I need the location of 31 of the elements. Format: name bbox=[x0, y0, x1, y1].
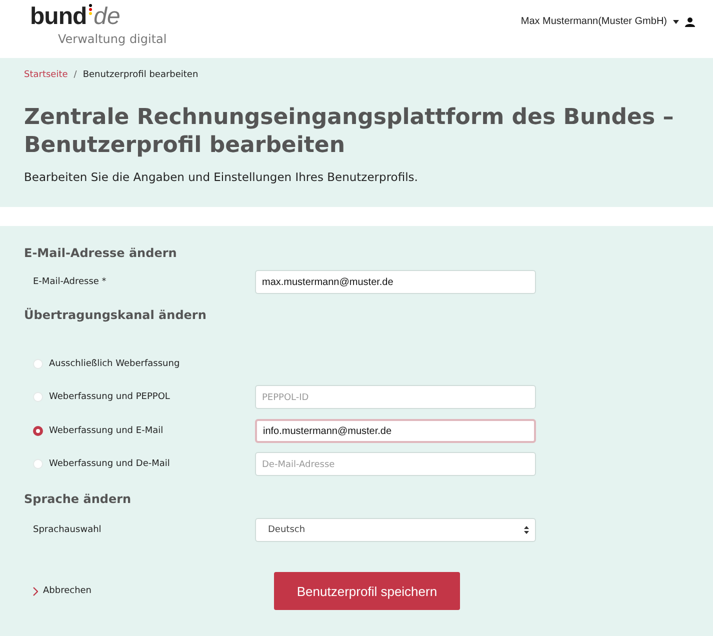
cancel-link[interactable]: Abbrechen bbox=[24, 586, 255, 596]
radio-option[interactable]: Weberfassung und E-Mail bbox=[24, 426, 255, 436]
radio-option[interactable]: Weberfassung und PEPPOL bbox=[24, 392, 255, 402]
breadcrumb-current: Benutzerprofil bearbeiten bbox=[82, 70, 198, 80]
user-menu[interactable]: Max Mustermann(Muster GmbH) bbox=[520, 16, 667, 27]
breadcrumb-link[interactable]: Startseite bbox=[24, 70, 68, 80]
chevron-icon[interactable] bbox=[33, 586, 38, 596]
section-heading: E-Mail-Adresse ändern bbox=[24, 246, 178, 260]
dots-icon bbox=[88, 4, 92, 15]
page-subtitle: Bearbeiten Sie die Angaben und Einstellungen Ihres Benutzerprofils. bbox=[24, 170, 419, 184]
text-field[interactable]: De-Mail-Adresse bbox=[255, 452, 536, 476]
breadcrumb-separator: / bbox=[74, 70, 77, 80]
page-title: Zentrale Rechnungseingangsplattform des Bundes – Benutzerprofil bearbeiten bbox=[24, 104, 675, 160]
radio-option[interactable]: Ausschließlich Weberfassung bbox=[24, 359, 255, 369]
caret-icon[interactable] bbox=[673, 20, 679, 24]
text-field[interactable]: info.mustermann@muster.de bbox=[255, 419, 536, 443]
save-button[interactable]: Benutzerprofil speichern bbox=[274, 572, 460, 610]
logo-text: bund bbox=[30, 5, 87, 29]
section-heading: Übertragungskanal ändern bbox=[24, 308, 208, 322]
user-icon[interactable] bbox=[685, 16, 695, 26]
field-label: Sprachauswahl bbox=[32, 525, 102, 535]
logo-suffix: de bbox=[94, 5, 120, 29]
logo-tagline: Verwaltung digital bbox=[58, 32, 167, 46]
sort-icon[interactable] bbox=[524, 526, 529, 534]
field-label: E-Mail-Adresse * bbox=[32, 277, 108, 287]
email-field[interactable]: max.mustermann@muster.de bbox=[255, 270, 536, 294]
radio-button[interactable] bbox=[33, 426, 43, 436]
section-heading: Sprache ändern bbox=[24, 492, 132, 506]
text-field[interactable]: PEPPOL-ID bbox=[255, 385, 536, 409]
radio-option[interactable]: Weberfassung und De-Mail bbox=[24, 459, 255, 469]
language-select[interactable]: Deutsch bbox=[255, 518, 536, 542]
